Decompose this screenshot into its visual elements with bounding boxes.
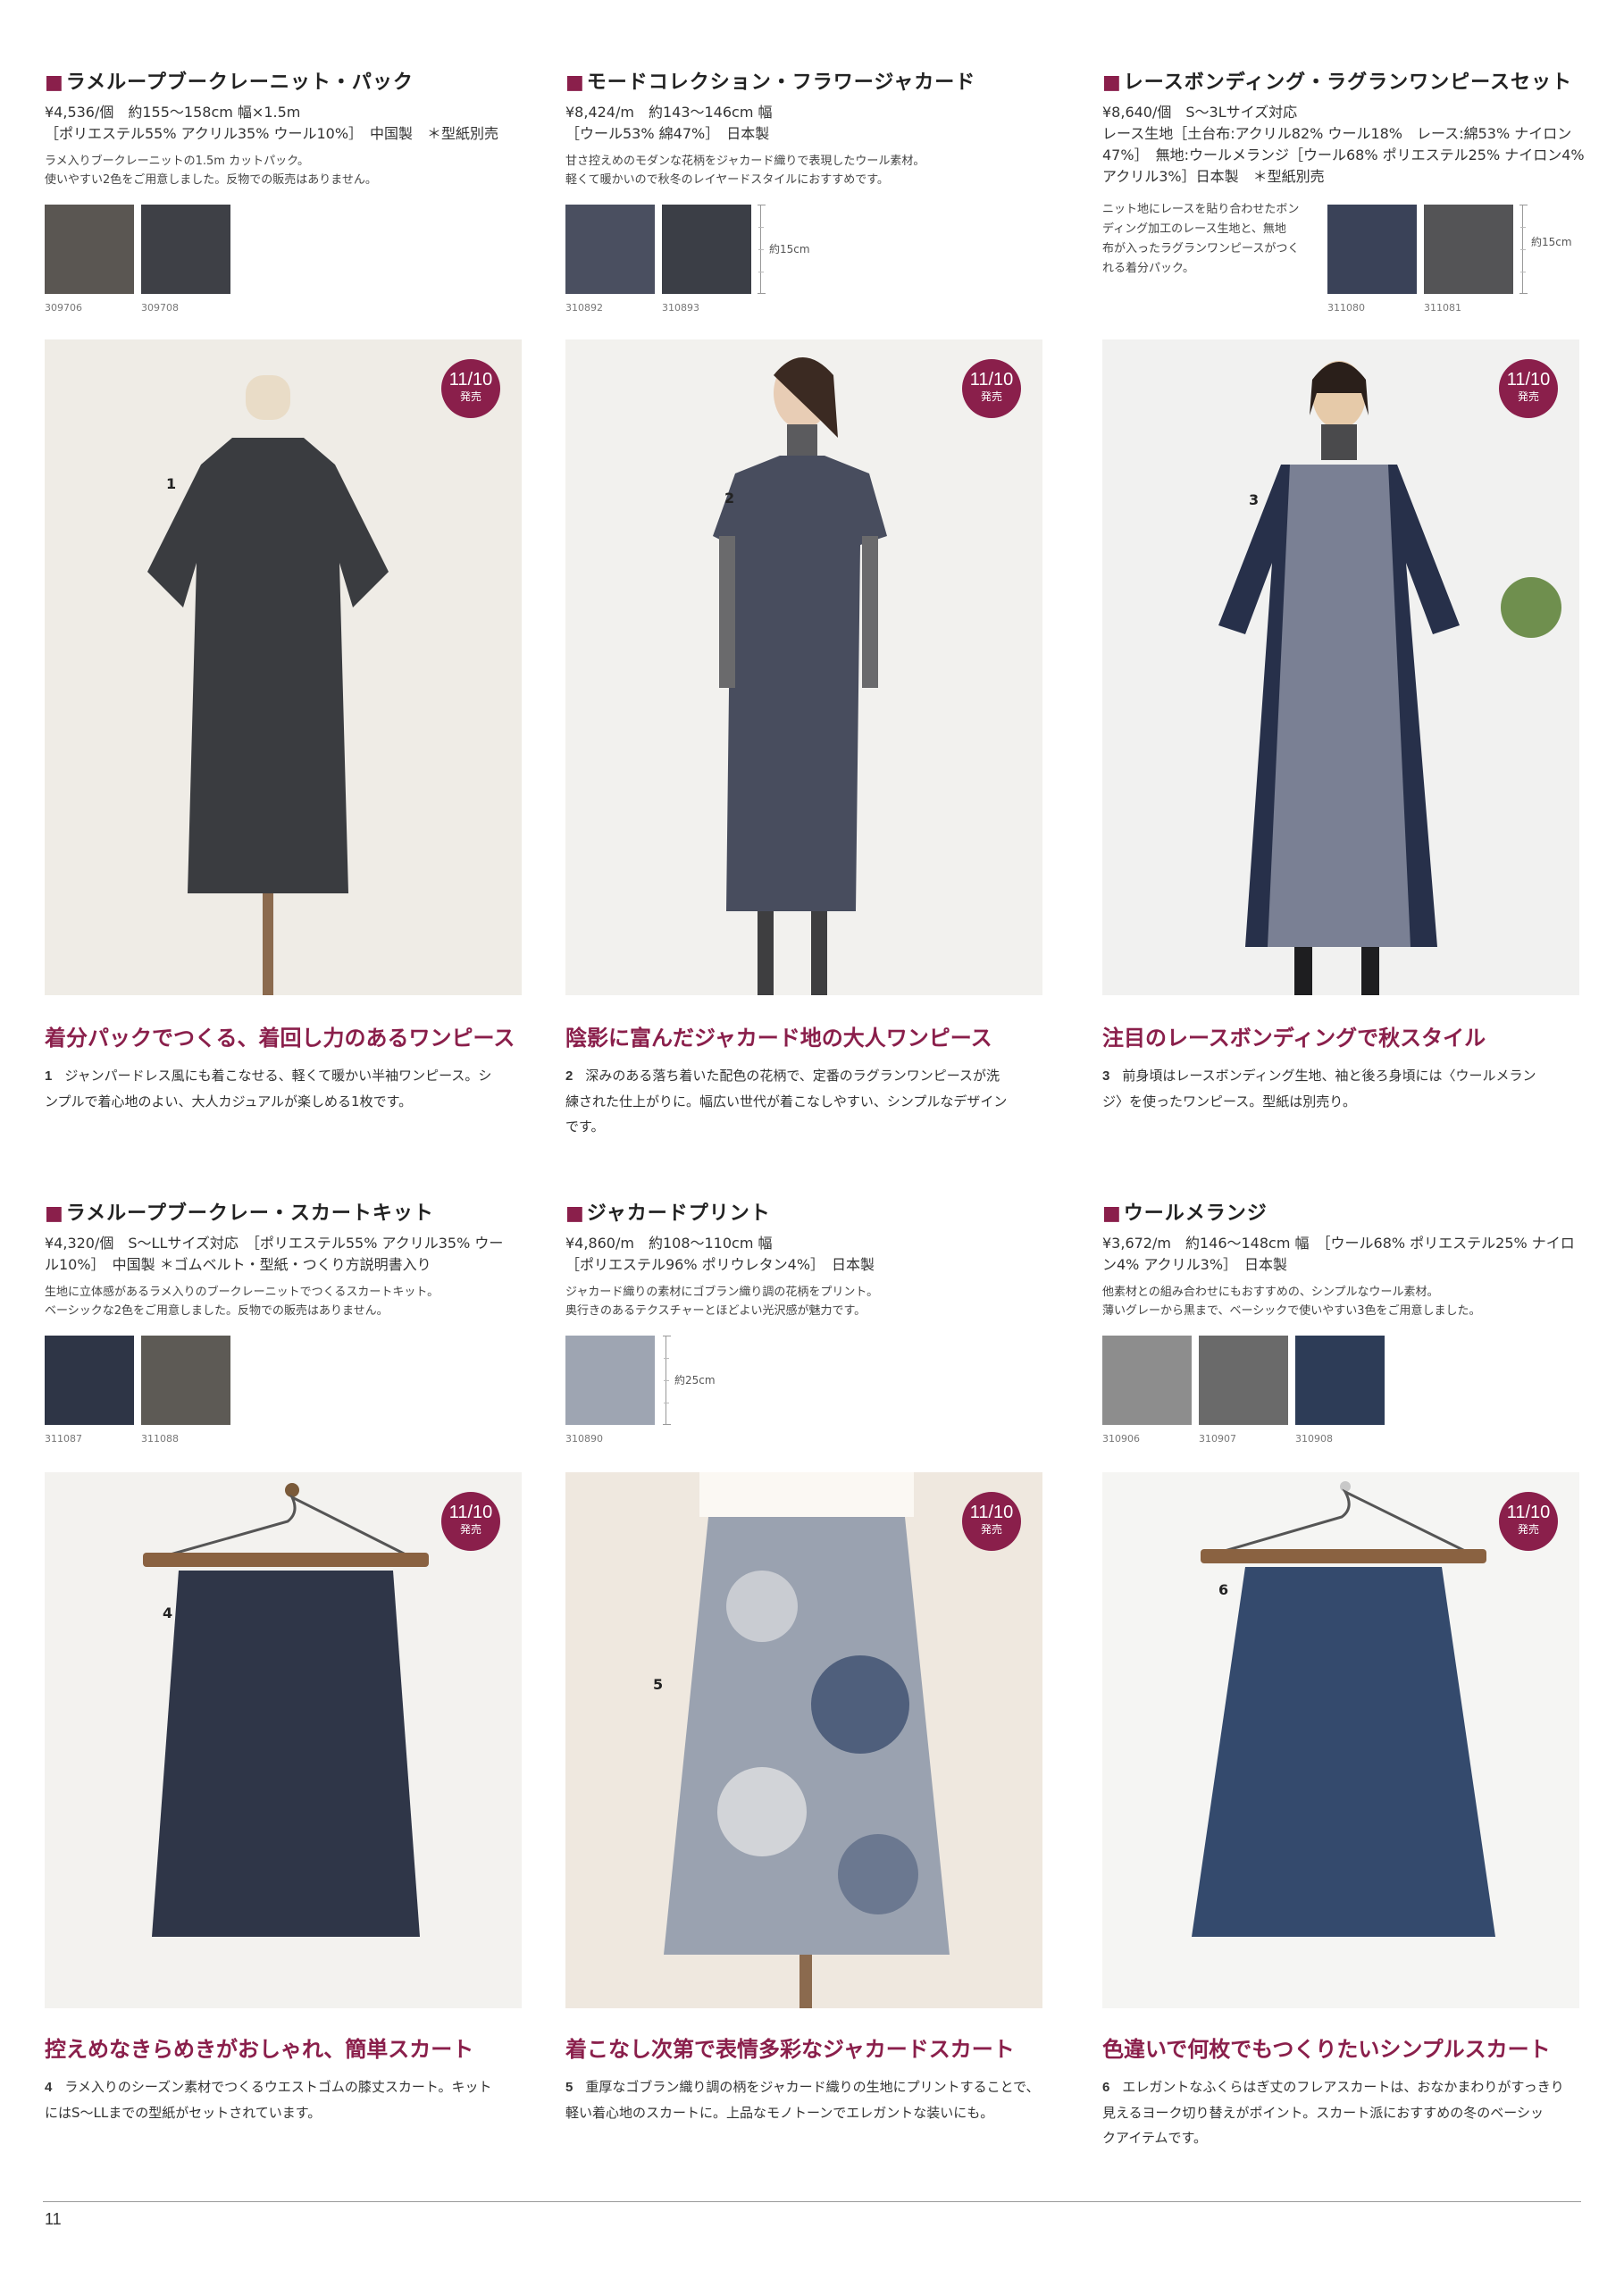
product-specs: ¥8,424/m 約143～146cm 幅 ［ウール53% 綿47%］ 日本製 [565,104,773,142]
model-illustration [1102,339,1579,995]
product-photo-dress-2[interactable]: 2 11/10 発売 [565,339,1042,995]
swatch-code: 310908 [1295,1433,1333,1445]
product-specs: ¥4,860/m 約108～110cm 幅 ［ポリエステル96% ポリウレタン4%… [565,1235,875,1273]
product-title: ■ラメループブークレー・スカートキット [45,1202,434,1225]
swatch-code: 310893 [662,302,699,314]
product-photo-dress-1[interactable]: 1 11/10 発売 [45,339,522,995]
headline: 注目のレースボンディングで秋スタイル [1102,1025,1486,1051]
headline: 色違いで何枚でもつくりたいシンプルスカート [1102,2036,1551,2062]
product-title: ■レースボンディング・ラグランワンピースセット [1102,71,1573,94]
ruler-label: 約25cm [674,1374,716,1386]
swatch-code: 311087 [45,1433,82,1445]
product-specs: ¥3,672/m 約146～148cm 幅 ［ウール68% ポリエステル25% … [1102,1235,1575,1273]
swatch-code: 310906 [1102,1433,1140,1445]
fabric-swatch[interactable] [565,205,655,294]
skirt-illustration [565,1472,1042,2008]
swatch-code: 311081 [1424,302,1461,314]
model-illustration [565,339,1042,995]
product-description: ラメ入りブークレーニットの1.5m カットパック。 使いやすい2色をご用意しました… [45,155,377,187]
fabric-swatch[interactable] [141,205,230,294]
product-photo-skirt-5[interactable]: 5 11/10 発売 [565,1472,1042,2008]
swatch-code: 311080 [1327,302,1365,314]
caption: 3 前身頃はレースボンディング生地、袖と後ろ身頃には〈ウールメラン ジ〉を使ったワ… [1102,1068,1536,1110]
fabric-swatch[interactable] [141,1336,230,1425]
ruler-label: 約15cm [1531,236,1572,248]
page-number: 11 [45,2210,62,2228]
fabric-swatch[interactable] [1102,1336,1192,1425]
release-badge: 11/10 発売 [962,1492,1021,1551]
photo-number: 5 [653,1676,664,1693]
product-description: ジャカード織りの素材にゴブラン織り調の花柄をプリント。 奥行きのあるテクスチャーと… [565,1286,879,1318]
caption: 6 エレガントなふくらはぎ丈のフレアスカートは、おなかまわりがすっきり 見えるヨー… [1102,2079,1564,2146]
skirt-illustration [45,1472,522,2008]
product-title: ■モードコレクション・フラワージャカード [565,71,976,94]
swatch-code: 309706 [45,302,82,314]
product-photo-skirt-6[interactable]: 6 11/10 発売 [1102,1472,1579,2008]
fabric-swatch[interactable] [45,205,134,294]
caption: 4 ラメ入りのシーズン素材でつくるウエストゴムの膝丈スカート。キット にはS～LL… [45,2079,492,2121]
product-description: ニット地にレースを貼り合わせたボン ディング加工のレース生地と、無地 布が入ったラ… [1102,203,1300,275]
caption: 2 深みのある落ち着いた配色の花柄で、定番のラグランワンピースが洗 練された仕上が… [565,1068,1008,1135]
fabric-swatch[interactable] [1327,205,1417,294]
photo-number: 3 [1249,491,1260,508]
fabric-swatch[interactable] [45,1336,134,1425]
size-ruler [1519,205,1528,294]
fabric-swatch[interactable] [1199,1336,1288,1425]
product-description: 甘さ控えめのモダンな花柄をジャカード織りで表現したウール素材。 軽くて暖かいので秋… [565,155,925,187]
caption: 5 重厚なゴブラン織り調の柄をジャカード織りの生地にプリントすることで、 軽い着心… [565,2079,1040,2121]
headline: 陰影に富んだジャカード地の大人ワンピース [565,1025,992,1051]
footer-divider [43,2201,1581,2202]
swatch-code: 310907 [1199,1433,1236,1445]
product-specs: ¥8,640/個 S～3Lサイズ対応 レース生地［土台布:アクリル82% ウール1… [1102,104,1585,185]
fabric-swatch[interactable] [565,1336,655,1425]
size-ruler [758,205,766,294]
dress-illustration [45,339,522,995]
swatch-code: 310892 [565,302,603,314]
product-description: 生地に立体感があるラメ入りのブークレーニットでつくるスカートキット。 ベーシックな… [45,1286,439,1318]
product-photo-skirt-4[interactable]: 4 11/10 発売 [45,1472,522,2008]
release-badge: 11/10 発売 [1499,359,1558,418]
fabric-swatch[interactable] [1424,205,1513,294]
caption: 1 ジャンパードレス風にも着こなせる、軽くて暖かい半袖ワンピース。シ ンプルで着心… [45,1068,492,1110]
fabric-swatch[interactable] [662,205,751,294]
photo-number: 1 [166,475,177,492]
product-specs: ¥4,320/個 S～LLサイズ対応 ［ポリエステル55% アクリル35% ウー… [45,1235,504,1273]
headline: 着分パックでつくる、着回し力のあるワンピース [45,1025,515,1051]
release-badge: 11/10 発売 [1499,1492,1558,1551]
release-badge: 11/10 発売 [441,359,500,418]
photo-number: 4 [163,1604,173,1621]
product-photo-dress-3[interactable]: 3 11/10 発売 [1102,339,1579,995]
swatch-code: 311088 [141,1433,179,1445]
headline: 着こなし次第で表情多彩なジャカードスカート [565,2036,1015,2062]
ruler-label: 約15cm [769,243,810,256]
skirt-illustration [1102,1472,1579,2008]
release-badge: 11/10 発売 [441,1492,500,1551]
headline: 控えめなきらめきがおしゃれ、簡単スカート [45,2036,474,2062]
photo-number: 6 [1218,1581,1229,1598]
release-badge: 11/10 発売 [962,359,1021,418]
product-specs: ¥4,536/個 約155～158cm 幅×1.5m ［ポリエステル55% アクリ… [45,104,499,142]
swatch-code: 309708 [141,302,179,314]
size-ruler [663,1336,671,1425]
product-title: ■ジャカードプリント [565,1202,771,1225]
photo-number: 2 [724,490,735,507]
product-title: ■ラメループブークレーニット・パック [45,71,414,94]
product-title: ■ウールメランジ [1102,1202,1268,1225]
product-description: 他素材との組み合わせにもおすすめの、シンプルなウール素材。 薄いグレーから黒まで、… [1102,1286,1481,1318]
swatch-code: 310890 [565,1433,603,1445]
fabric-swatch[interactable] [1295,1336,1385,1425]
